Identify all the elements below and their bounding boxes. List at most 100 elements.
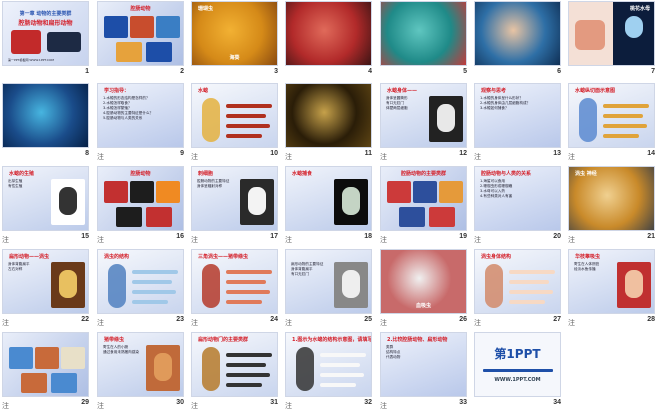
slide-thumbnail-cell[interactable]: 6 — [472, 0, 566, 82]
slide-thumbnail[interactable]: 涡虫 神经 — [568, 166, 655, 231]
slide-note-indicator[interactable]: 注 — [474, 235, 481, 245]
slide-thumbnail[interactable]: 腔肠动物 — [97, 166, 184, 231]
slide-thumbnail-cell[interactable]: 腔肠动物 16 注 — [95, 165, 189, 247]
slide-thumbnail[interactable]: 1.图示为水螅的结构示意图，请填写 — [285, 332, 372, 397]
slide-thumbnail[interactable]: 第1PPT WWW.1PPT.COM — [474, 332, 561, 397]
slide-thumbnail-cell[interactable]: 1.图示为水螅的结构示意图，请填写 32 注 — [283, 331, 377, 413]
slide-note-indicator[interactable]: 注 — [380, 152, 387, 162]
slide-thumbnail-cell[interactable]: 水螅 10 注 — [189, 82, 283, 164]
slide-thumbnail[interactable]: 水螅纵切面示意图 — [568, 83, 655, 148]
diagram-label-line — [226, 300, 262, 304]
slide-thumbnail-cell[interactable]: 第一章 动物的主要类群 腔肠动物和扁形动物 第一PPT模板网 WWW.1PPT.CO… — [0, 0, 94, 82]
slide-thumbnail[interactable] — [2, 83, 89, 148]
slide-thumbnail[interactable]: 2.比较腔肠动物、扁形动物 类群 结构特点 代表动物 — [380, 332, 467, 397]
slide-thumbnail-cell[interactable]: 桃花水母 7 — [566, 0, 660, 82]
slide-thumbnail-cell[interactable]: 涡虫 神经 21 注 — [566, 165, 660, 247]
slide-thumbnail[interactable]: 第一章 动物的主要类群 腔肠动物和扁形动物 第一PPT模板网 WWW.1PPT.CO… — [2, 1, 89, 66]
slide-thumbnail-cell[interactable]: 腔肠动物 2 — [95, 0, 189, 82]
slide-thumbnail-cell[interactable]: 水螅纵切面示意图 14 注 — [566, 82, 660, 164]
slide-title: 扁形动物——涡虫 — [9, 254, 50, 260]
slide-thumbnail-cell[interactable]: 扁形动物——涡虫 身体背腹扁平 左右对称 22 注 — [0, 248, 94, 330]
slide-note-indicator[interactable]: 注 — [97, 152, 104, 162]
diagram-label-line — [226, 363, 266, 367]
slide-title: 1.图示为水螅的结构示意图，请填写 — [292, 337, 372, 343]
slide-thumbnail[interactable]: 腔肠动物与人类的关系 1.海蜇可以食用 2.珊瑚虫形成珊瑚礁 3.水母可以入药 4.有些… — [474, 166, 561, 231]
slide-note-indicator[interactable]: 注 — [474, 152, 481, 162]
animal-photo — [116, 207, 142, 227]
slide-thumbnail-cell[interactable]: 水螅身体—— 身体呈圆筒形 有口无肛门 体壁两层细胞 12 注 — [378, 82, 472, 164]
diagram-label-line — [132, 280, 172, 284]
slide-thumbnail[interactable] — [2, 332, 89, 397]
slide-thumbnail-cell[interactable]: 学习指导： 1.水螅的形态结构是怎样的？ 2.水螅怎样取食？ 3.水螅怎样繁殖？ 4.腔… — [95, 82, 189, 164]
slide-thumbnail[interactable] — [474, 1, 561, 66]
slide-thumbnail-cell[interactable]: 4 — [283, 0, 377, 82]
slide-thumbnail-cell[interactable]: 华枝睾吸虫 寄生在人体肝脏 经淡水鱼传播 28 注 — [566, 248, 660, 330]
slide-thumbnail-cell[interactable]: 腔肠动物的主要类群 19 注 — [378, 165, 472, 247]
slide-thumbnail[interactable]: 腔肠动物的主要类群 — [380, 166, 467, 231]
slide-number: 12 — [459, 150, 467, 157]
slide-note-indicator[interactable]: 注 — [191, 235, 198, 245]
slide-thumbnail[interactable]: 珊瑚虫 海葵 — [191, 1, 278, 66]
slide-note-indicator[interactable]: 注 — [285, 318, 292, 328]
slide-thumbnail-cell[interactable]: 腔肠动物与人类的关系 1.海蜇可以食用 2.珊瑚虫形成珊瑚礁 3.水母可以入药 4.有些… — [472, 165, 566, 247]
animal-photo — [130, 181, 154, 203]
slide-note-indicator[interactable]: 注 — [380, 235, 387, 245]
slide-thumbnail-cell[interactable]: 水螅捕食 18 注 — [283, 165, 377, 247]
slide-thumbnail-cell[interactable]: 猪带绦虫 寄生在人的小肠 通过食用未熟猪肉感染 30 注 — [95, 331, 189, 413]
slide-thumbnail[interactable]: 扁形动物门的主要类群 — [191, 332, 278, 397]
slide-thumbnail[interactable]: 水螅身体—— 身体呈圆筒形 有口无肛门 体壁两层细胞 — [380, 83, 467, 148]
slide-thumbnail[interactable]: 涡虫的结构 — [97, 249, 184, 314]
slide-thumbnail[interactable]: 华枝睾吸虫 寄生在人体肝脏 经淡水鱼传播 — [568, 249, 655, 314]
slide-thumbnail[interactable]: 水螅捕食 — [285, 166, 372, 231]
slide-thumbnail-cell[interactable]: 2.比较腔肠动物、扁形动物 类群 结构特点 代表动物 33 注 — [378, 331, 472, 413]
slide-thumbnail[interactable]: 水螅的生殖 出芽生殖 有性生殖 — [2, 166, 89, 231]
slide-thumbnail-cell[interactable]: 5 — [378, 0, 472, 82]
slide-note-indicator[interactable]: 注 — [380, 318, 387, 328]
slide-thumbnail-cell[interactable]: 29 注 — [0, 331, 94, 413]
slide-thumbnail[interactable]: 猪带绦虫 寄生在人的小肠 通过食用未熟猪肉感染 — [97, 332, 184, 397]
slide-thumbnail-cell[interactable]: 珊瑚虫 海葵 3 — [189, 0, 283, 82]
slide-thumbnail-cell[interactable]: 刺细胞 腔肠动物的主要特征 身体呈辐射对称 17 注 — [189, 165, 283, 247]
slide-thumbnail-cell[interactable]: 涡虫身体结构 27 注 — [472, 248, 566, 330]
slide-note-indicator[interactable]: 注 — [191, 152, 198, 162]
slide-thumbnail[interactable]: 涡虫身体结构 — [474, 249, 561, 314]
slide-number: 22 — [81, 316, 89, 323]
slide-thumbnail[interactable]: 扁形动物——涡虫 身体背腹扁平 左右对称 — [2, 249, 89, 314]
slide-thumbnail[interactable]: 学习指导： 1.水螅的形态结构是怎样的？ 2.水螅怎样取食？ 3.水螅怎样繁殖？ 4.腔… — [97, 83, 184, 148]
slide-thumbnail[interactable]: 腔肠动物 — [97, 1, 184, 66]
slide-thumbnail-cell[interactable]: 血吸虫 26 注 — [378, 248, 472, 330]
slide-thumbnail[interactable]: 扁形动物的主要特征 身体背腹扁平 有口无肛门 — [285, 249, 372, 314]
body-line: 身体呈辐射对称 — [197, 184, 223, 188]
slide-thumbnail[interactable] — [285, 1, 372, 66]
slide-thumbnail-cell[interactable]: 水螅的生殖 出芽生殖 有性生殖 15 注 — [0, 165, 94, 247]
slide-number: 18 — [364, 233, 372, 240]
slide-note-indicator[interactable]: 注 — [474, 318, 481, 328]
slide-note-indicator[interactable]: 注 — [2, 235, 9, 245]
slide-note-indicator[interactable]: 注 — [285, 152, 292, 162]
diagram-label-line — [226, 373, 270, 377]
slide-thumbnail[interactable]: 观察与思考 1.水螅的身体呈什么形状？ 2.水螅的身体由几层细胞构成？ 3.水螅如何捕… — [474, 83, 561, 148]
slide-thumbnail-cell[interactable]: 涡虫的结构 23 注 — [95, 248, 189, 330]
slide-thumbnail[interactable]: 刺细胞 腔肠动物的主要特征 身体呈辐射对称 — [191, 166, 278, 231]
slide-note-indicator[interactable]: 注 — [97, 235, 104, 245]
slide-thumbnail-cell[interactable]: 三角涡虫——猪带绦虫 24 注 — [189, 248, 283, 330]
slide-note-indicator[interactable]: 注 — [191, 318, 198, 328]
slide-thumbnail-cell[interactable]: 8 — [0, 82, 94, 164]
slide-note-indicator[interactable]: 注 — [97, 318, 104, 328]
slide-note-indicator[interactable]: 注 — [568, 235, 575, 245]
slide-note-indicator[interactable]: 注 — [285, 235, 292, 245]
slide-note-indicator[interactable]: 注 — [2, 318, 9, 328]
slide-thumbnail[interactable]: 水螅 — [191, 83, 278, 148]
slide-thumbnail[interactable]: 桃花水母 — [568, 1, 655, 66]
slide-thumbnail-cell[interactable]: 扁形动物的主要特征 身体背腹扁平 有口无肛门 25 注 — [283, 248, 377, 330]
slide-thumbnail-cell[interactable]: 第1PPT WWW.1PPT.COM 34 — [472, 331, 566, 413]
slide-thumbnail[interactable]: 三角涡虫——猪带绦虫 — [191, 249, 278, 314]
slide-thumbnail[interactable] — [380, 1, 467, 66]
slide-thumbnail[interactable]: 血吸虫 — [380, 249, 467, 314]
slide-note-indicator[interactable]: 注 — [568, 152, 575, 162]
slide-thumbnail-cell[interactable]: 11 注 — [283, 82, 377, 164]
slide-thumbnail[interactable] — [285, 83, 372, 148]
slide-note-indicator[interactable]: 注 — [568, 318, 575, 328]
slide-thumbnail-cell[interactable]: 扁形动物门的主要类群 31 注 — [189, 331, 283, 413]
slide-thumbnail-cell[interactable]: 观察与思考 1.水螅的身体呈什么形状？ 2.水螅的身体由几层细胞构成？ 3.水螅如何捕… — [472, 82, 566, 164]
